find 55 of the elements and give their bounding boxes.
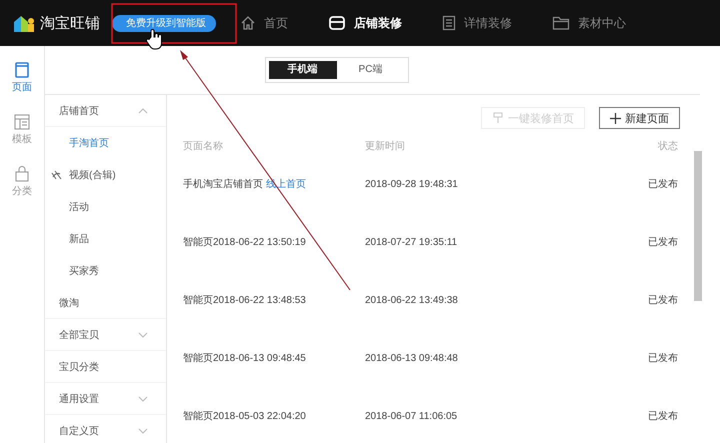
table-cell-text: 智能页2018-06-13 09:48:45 bbox=[183, 352, 307, 365]
column-header: 更新时间 bbox=[365, 140, 406, 153]
nav-tab[interactable]: 首页 bbox=[240, 14, 288, 32]
sidebar-item[interactable]: 微淘 bbox=[59, 296, 79, 310]
table-cell-text: 智能页2018-06-22 13:48:53 bbox=[183, 294, 307, 307]
device-tab[interactable]: 手机端 bbox=[268, 61, 336, 79]
home-icon bbox=[240, 15, 256, 31]
table-cell-text: 2018-09-28 19:48:31 bbox=[365, 178, 459, 190]
chevron-up-icon[interactable] bbox=[138, 108, 148, 114]
table-cell-text: 手机淘宝店铺首页 线上首页 bbox=[183, 178, 307, 191]
chevron-down-icon[interactable] bbox=[138, 332, 148, 338]
sidebar-item[interactable]: 全部宝贝 bbox=[59, 328, 99, 342]
sidebar-item[interactable]: 自定义页 bbox=[59, 424, 99, 438]
table-cell-text: 已发布 bbox=[647, 294, 679, 307]
hand-cursor-icon bbox=[146, 29, 162, 50]
table-cell-text: 智能页2018-05-03 22:04:20 bbox=[183, 410, 307, 423]
sidebar-subitem[interactable]: 买家秀 bbox=[69, 264, 99, 278]
chevron-down-icon[interactable] bbox=[138, 396, 148, 402]
table-cell-text: 智能页2018-06-22 13:50:19 bbox=[183, 236, 307, 249]
table-cell-text: 2018-06-07 11:06:05 bbox=[365, 410, 458, 422]
storefront-icon bbox=[328, 15, 346, 31]
table-cell-text: 已发布 bbox=[647, 410, 679, 423]
sidebar-item[interactable]: 通用设置 bbox=[59, 392, 99, 406]
sidebar-item[interactable]: 店铺首页 bbox=[59, 104, 99, 118]
table-cell-text: 已发布 bbox=[647, 178, 679, 191]
sidebar-subitem[interactable]: 新品 bbox=[69, 232, 89, 246]
new-page-button[interactable]: 新建页面 bbox=[599, 107, 680, 129]
nav-tab[interactable]: 详情装修 bbox=[442, 14, 512, 32]
table-cell-text: 2018-06-22 13:49:38 bbox=[365, 294, 459, 306]
folder-icon bbox=[552, 15, 570, 31]
sidebar-item[interactable]: 宝贝分类 bbox=[59, 360, 99, 374]
device-tab[interactable]: PC端 bbox=[336, 61, 404, 79]
column-header: 状态 bbox=[657, 140, 679, 153]
document-icon bbox=[442, 15, 456, 31]
bag-icon bbox=[15, 166, 29, 182]
table-cell-text: 已发布 bbox=[647, 352, 679, 365]
sidebar-subitem[interactable]: 手淘首页 bbox=[69, 136, 109, 150]
page-icon bbox=[15, 62, 29, 78]
table-cell-text: 已发布 bbox=[647, 236, 679, 249]
plus-icon bbox=[610, 112, 621, 124]
layout-icon bbox=[14, 114, 30, 130]
chevron-down-icon[interactable] bbox=[138, 428, 148, 434]
video-icon bbox=[51, 170, 63, 180]
table-cell-text: 2018-07-27 19:35:11 bbox=[365, 236, 458, 248]
scrollbar-thumb[interactable] bbox=[694, 151, 702, 301]
sidebar-subitem[interactable]: 视频(合辑) bbox=[69, 168, 116, 182]
sidebar-subitem[interactable]: 活动 bbox=[69, 200, 89, 214]
nav-tab[interactable]: 店铺装修 bbox=[328, 14, 402, 32]
logo-text: 淘宝旺铺 bbox=[40, 14, 100, 32]
column-header: 页面名称 bbox=[183, 140, 224, 153]
rail-tab[interactable]: 页面 bbox=[12, 62, 32, 94]
table-cell-text: 2018-06-13 09:48:48 bbox=[365, 352, 459, 364]
brush-icon bbox=[492, 112, 504, 124]
online-home-link[interactable]: 线上首页 bbox=[266, 179, 306, 190]
nav-tab[interactable]: 素材中心 bbox=[552, 14, 626, 32]
